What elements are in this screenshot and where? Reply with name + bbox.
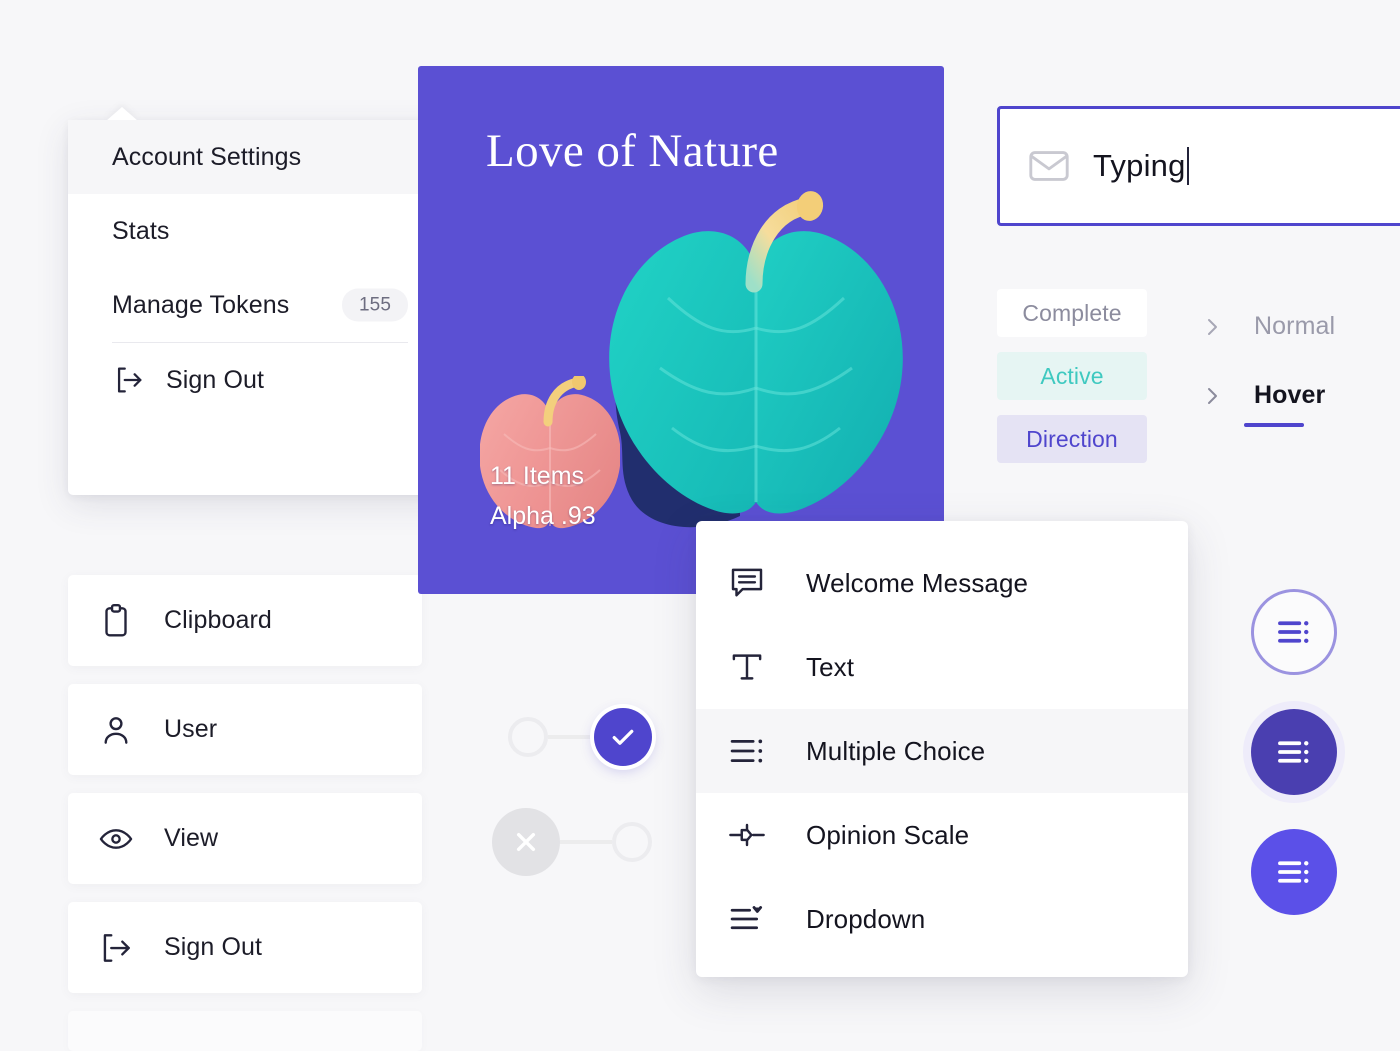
list-icon — [1278, 621, 1309, 643]
account-menu-popup: Account Settings Stats Manage Tokens 155… — [68, 107, 452, 495]
envelope-icon — [1026, 143, 1072, 189]
state-link-label: Normal — [1254, 312, 1336, 340]
question-type-label: Text — [806, 651, 855, 682]
menu-item-label: Stats — [112, 216, 170, 245]
menu-item-label: Sign Out — [166, 365, 265, 394]
question-type-label: Welcome Message — [806, 567, 1029, 598]
dropdown-list-icon — [726, 898, 806, 940]
list-item-label: Clipboard — [164, 606, 272, 634]
close-icon — [516, 832, 536, 852]
question-type-label: Opinion Scale — [806, 819, 970, 850]
user-icon — [68, 711, 164, 749]
status-badge-label: Direction — [1026, 425, 1118, 452]
toggle-knob[interactable] — [594, 708, 652, 766]
menu-item-stats[interactable]: Stats — [68, 194, 452, 268]
list-bullet-icon — [726, 730, 806, 772]
text-t-icon — [726, 646, 806, 688]
canvas: Account Settings Stats Manage Tokens 155… — [0, 0, 1400, 1051]
toggle-knob[interactable] — [492, 808, 560, 876]
list-item-view[interactable]: View — [68, 793, 422, 884]
list-item-partial[interactable] — [68, 1011, 422, 1051]
menu-item-label: Account Settings — [112, 142, 302, 171]
popup-arrow-icon — [106, 107, 138, 121]
list-item-clipboard[interactable]: Clipboard — [68, 575, 422, 666]
toggle-track-end — [508, 717, 548, 757]
nature-card[interactable]: Love of Nature 11 Items Alpha .93 — [418, 66, 944, 594]
state-link-normal[interactable]: Normal — [1200, 312, 1335, 341]
sign-out-icon — [112, 363, 146, 397]
clipboard-icon — [68, 602, 164, 640]
question-type-menu: Welcome Message Text Multiple Choice Opi… — [696, 521, 1188, 977]
toggle-track — [560, 840, 612, 844]
status-badge-direction[interactable]: Direction — [997, 415, 1147, 463]
text-caret — [1186, 147, 1189, 185]
toggle-track — [548, 735, 594, 739]
chevron-right-icon — [1200, 384, 1224, 408]
email-input-value: Typing — [1093, 148, 1186, 183]
list-item-label: User — [164, 715, 218, 743]
list-button-outline[interactable] — [1251, 589, 1337, 675]
list-icon — [1278, 741, 1309, 763]
eye-icon — [68, 820, 164, 858]
state-link-label: Hover — [1254, 381, 1326, 409]
state-link-hover[interactable]: Hover — [1200, 381, 1325, 410]
menu-item-account-settings[interactable]: Account Settings — [68, 120, 452, 194]
big-leaf-illustration — [609, 191, 903, 528]
question-type-welcome-message[interactable]: Welcome Message — [696, 541, 1188, 625]
question-type-label: Dropdown — [806, 903, 926, 934]
status-badge-label: Complete — [1022, 299, 1122, 326]
question-type-text[interactable]: Text — [696, 625, 1188, 709]
list-button-active[interactable] — [1251, 709, 1337, 795]
active-underline — [1244, 423, 1304, 427]
status-badge-label: Active — [1040, 362, 1104, 389]
slider-icon — [726, 814, 806, 856]
question-type-multiple-choice[interactable]: Multiple Choice — [696, 709, 1188, 793]
toggle-switch-on[interactable] — [508, 708, 652, 766]
status-badge-complete[interactable]: Complete — [997, 289, 1147, 337]
items-count-label: 11 Items — [490, 462, 585, 490]
question-type-label: Multiple Choice — [806, 735, 986, 766]
list-button-filled[interactable] — [1251, 829, 1337, 915]
toggle-track-end — [612, 822, 652, 862]
question-type-dropdown[interactable]: Dropdown — [696, 877, 1188, 961]
token-count-badge: 155 — [341, 288, 408, 322]
toggle-switch-off[interactable] — [492, 808, 652, 876]
status-badge-active[interactable]: Active — [997, 352, 1147, 400]
sign-out-icon — [68, 929, 164, 967]
list-item-label: View — [164, 824, 219, 852]
check-icon — [612, 729, 634, 745]
chevron-right-icon — [1200, 315, 1224, 339]
email-input[interactable]: Typing — [997, 106, 1400, 226]
nature-card-title: Love of Nature — [486, 125, 779, 177]
list-item-label: Sign Out — [164, 933, 263, 961]
list-item-sign-out[interactable]: Sign Out — [68, 902, 422, 993]
menu-item-label: Manage Tokens — [112, 290, 290, 319]
speech-bubble-icon — [726, 562, 806, 604]
menu-item-sign-out[interactable]: Sign Out — [68, 343, 452, 417]
nature-card-meta: 11 Items Alpha .93 — [490, 456, 596, 536]
list-icon — [1278, 861, 1309, 883]
menu-item-manage-tokens[interactable]: Manage Tokens 155 — [68, 268, 452, 342]
question-type-opinion-scale[interactable]: Opinion Scale — [696, 793, 1188, 877]
alpha-label: Alpha .93 — [490, 502, 596, 530]
list-item-user[interactable]: User — [68, 684, 422, 775]
